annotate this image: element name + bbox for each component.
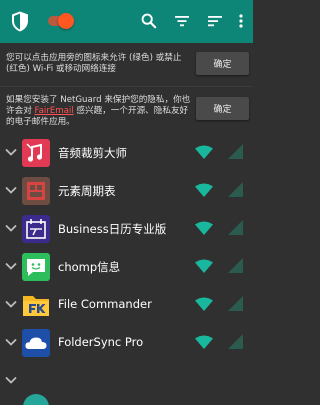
app-row[interactable]: Business日历专业版	[0, 209, 253, 247]
ok-button[interactable]: 确定	[196, 97, 249, 120]
app-name: 音频裁剪大师	[58, 146, 127, 160]
hint-banner-rules: 您可以点击应用旁的图标来允许 (绿色) 或禁止 (红色) Wi-Fi 或移动网络…	[0, 43, 253, 87]
periodic-table-icon	[22, 177, 50, 205]
app-row[interactable]: chomp信息	[0, 247, 253, 285]
more-vert-icon[interactable]	[234, 12, 248, 30]
mobile-data-icon[interactable]	[228, 144, 243, 159]
wifi-icon[interactable]	[195, 297, 213, 311]
chevron-down-icon[interactable]	[4, 183, 18, 197]
wifi-icon[interactable]	[195, 259, 213, 273]
chevron-down-icon[interactable]	[4, 297, 18, 311]
app-name: chomp信息	[58, 260, 121, 274]
fairemail-link[interactable]: FairEmail	[35, 106, 74, 116]
audio-cutter-icon	[22, 139, 50, 167]
app-name: File Commander	[58, 297, 152, 311]
mobile-data-icon[interactable]	[228, 296, 243, 311]
mobile-data-icon[interactable]	[228, 220, 243, 235]
chevron-down-icon[interactable]	[4, 221, 18, 235]
file-commander-icon	[22, 291, 50, 319]
app-row[interactable]: 音频裁剪大师	[0, 133, 253, 171]
mobile-data-icon[interactable]	[228, 258, 243, 273]
hint-text: 如果您安装了 NetGuard 来保护您的隐私，你也许会对 FairEmail …	[6, 95, 191, 127]
wifi-icon[interactable]	[195, 183, 213, 197]
search-icon[interactable]	[140, 12, 158, 30]
app-name: Business日历专业版	[58, 222, 167, 236]
ok-button[interactable]: 确定	[196, 52, 249, 75]
foldersync-icon	[22, 329, 50, 357]
app-name: 元素周期表	[58, 184, 116, 198]
mobile-data-icon[interactable]	[228, 182, 243, 197]
chevron-down-icon[interactable]	[4, 259, 18, 273]
hint-text: 您可以点击应用旁的图标来允许 (绿色) 或禁止 (红色) Wi-Fi 或移动网络…	[6, 53, 182, 74]
sort-icon[interactable]	[206, 12, 224, 30]
app-bar	[0, 0, 253, 43]
mobile-data-icon[interactable]	[228, 334, 243, 349]
app-row[interactable]: FolderSync Pro	[0, 323, 253, 361]
business-calendar-icon	[22, 215, 50, 243]
app-row[interactable]: File Commander	[0, 285, 253, 323]
app-icon	[22, 393, 50, 405]
hint-banner-fairemail: 如果您安装了 NetGuard 来保护您的隐私，你也许会对 FairEmail …	[0, 87, 253, 130]
chevron-down-icon[interactable]	[4, 373, 18, 387]
chomp-sms-icon	[22, 253, 50, 281]
chevron-down-icon[interactable]	[4, 335, 18, 349]
filter-icon[interactable]	[173, 12, 191, 30]
wifi-icon[interactable]	[195, 221, 213, 235]
shield-icon	[11, 11, 29, 32]
protection-toggle[interactable]	[46, 12, 76, 30]
app-row[interactable]	[0, 361, 253, 405]
wifi-icon[interactable]	[195, 145, 213, 159]
app-row[interactable]: 元素周期表	[0, 171, 253, 209]
chevron-down-icon[interactable]	[4, 145, 18, 159]
wifi-icon[interactable]	[195, 335, 213, 349]
app-name: FolderSync Pro	[58, 335, 144, 349]
